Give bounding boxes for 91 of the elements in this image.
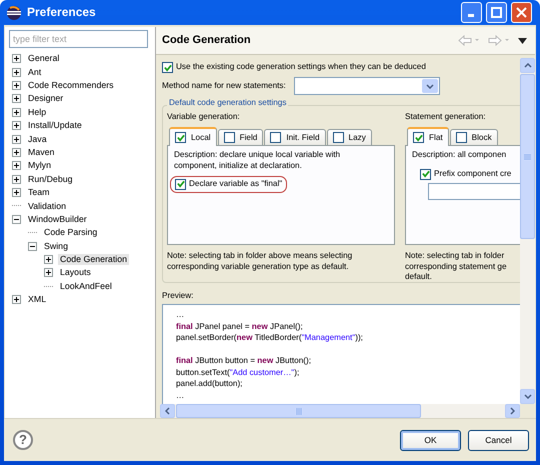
tree-item[interactable]: XML	[26, 294, 48, 306]
expand-icon[interactable]	[12, 188, 21, 198]
tree-item[interactable]: Code Generation	[58, 254, 129, 266]
maximize-button[interactable]	[486, 2, 507, 23]
code-line: panel.setBorder(new TitledBorder("Management"));	[176, 332, 364, 344]
filter-field[interactable]: type filter text	[9, 30, 148, 48]
scroll-down-button[interactable]	[520, 389, 535, 404]
checkbox[interactable]	[456, 132, 467, 144]
close-icon	[516, 7, 527, 18]
tab[interactable]: Flat	[407, 127, 449, 146]
tab[interactable]: Block	[450, 129, 498, 146]
tree-item[interactable]: Ant	[26, 66, 44, 78]
code-line: final JButton button = new JButton();	[176, 355, 312, 367]
group-title: Default code generation settings	[167, 98, 288, 108]
tree-item[interactable]: Code Recommenders	[26, 80, 116, 91]
expand-icon[interactable]	[12, 121, 21, 130]
section-label: Variable generation:	[167, 112, 241, 122]
minimize-button[interactable]	[461, 2, 482, 23]
tree-item[interactable]: General	[26, 53, 62, 64]
menu-icon[interactable]	[518, 38, 527, 44]
checkbox[interactable]	[224, 132, 235, 144]
tree-item[interactable]: Maven	[26, 146, 56, 158]
tree-item[interactable]: WindowBuilder	[26, 214, 89, 225]
window-title: Preferences	[27, 5, 96, 20]
ok-button[interactable]: OK	[400, 430, 461, 450]
checkbox[interactable]	[175, 132, 186, 144]
page-title: Code Generation	[162, 34, 251, 48]
description-text: Description: all componen	[412, 150, 508, 160]
scroll-thumb[interactable]	[520, 74, 535, 239]
tree-item[interactable]: LookAndFeel	[58, 280, 114, 292]
prefix-field[interactable]	[428, 182, 520, 200]
help-button[interactable]: ?	[13, 430, 33, 450]
tab[interactable]: Field	[218, 129, 264, 146]
method-name-dropdown[interactable]	[294, 77, 440, 95]
note-text: Note: selecting tab in folder corresponding statement ge default.	[405, 251, 508, 282]
expand-icon[interactable]	[12, 54, 21, 64]
tree-item[interactable]: Install/Update	[26, 120, 84, 132]
description-text: Description: declare unique local variable with component, initialize at declaration.	[174, 150, 342, 171]
expand-icon[interactable]	[12, 174, 21, 184]
checkbox[interactable]	[175, 178, 186, 190]
field-label: Method name for new statements:	[162, 80, 286, 92]
preview-label: Preview:	[162, 291, 194, 302]
caret-icon	[426, 84, 434, 88]
expand-icon[interactable]	[12, 134, 21, 144]
expand-icon[interactable]	[44, 255, 53, 264]
scroll-right-button[interactable]	[505, 404, 520, 418]
expand-icon[interactable]	[12, 295, 21, 304]
checkbox[interactable]	[270, 132, 282, 144]
checkbox-label: Use the existing code generation settings when they can be deduced	[176, 62, 426, 73]
tree-item[interactable]: Run/Debug	[26, 174, 75, 185]
close-button[interactable]	[511, 2, 532, 23]
tree-item[interactable]: Layouts	[58, 267, 93, 278]
note-text: Note: selecting tab in folder above means selecting corresponding variable generation type as default.	[167, 251, 354, 272]
tree-item[interactable]: Java	[26, 134, 49, 145]
tree-item[interactable]: Designer	[26, 93, 66, 104]
checkbox-label: Declare variable as "final"	[189, 179, 282, 190]
checkbox[interactable]	[332, 132, 344, 144]
collapse-icon[interactable]	[12, 214, 21, 224]
code-line: …	[176, 390, 186, 402]
tab[interactable]: Init. Field	[264, 129, 326, 146]
maximize-icon	[491, 7, 502, 18]
expand-icon[interactable]	[12, 161, 21, 170]
expand-icon[interactable]	[12, 94, 21, 104]
checkbox[interactable]	[413, 132, 424, 144]
tree-item[interactable]: Code Parsing	[42, 227, 100, 238]
tree-item[interactable]: Team	[26, 187, 52, 198]
expand-icon[interactable]	[12, 68, 21, 77]
checkbox[interactable]	[162, 62, 173, 73]
tab[interactable]: Lazy	[326, 129, 372, 146]
checkbox-label: Prefix component cre	[434, 168, 512, 180]
code-line: …	[176, 309, 186, 321]
checkbox[interactable]	[420, 168, 431, 180]
collapse-icon[interactable]	[28, 242, 37, 251]
code-line: button.setText("Add customer…");	[176, 366, 300, 378]
cancel-button[interactable]: Cancel	[468, 430, 529, 450]
app-icon	[6, 4, 22, 20]
tree-item[interactable]: Mylyn	[26, 160, 53, 172]
tab[interactable]: Local	[169, 127, 217, 146]
expand-icon[interactable]	[12, 80, 21, 90]
scroll-up-button[interactable]	[520, 58, 535, 73]
code-line: panel.add(button);	[176, 378, 244, 390]
code-line: final JPanel panel = new JPanel();	[176, 320, 304, 332]
tree-item[interactable]: Help	[26, 106, 48, 118]
expand-icon[interactable]	[44, 268, 53, 278]
scroll-left-button[interactable]	[160, 404, 175, 418]
scroll-thumb[interactable]	[176, 404, 421, 418]
tree-item[interactable]: Validation	[26, 200, 68, 212]
section-label: Statement generation:	[405, 112, 487, 122]
expand-icon[interactable]	[12, 148, 21, 157]
expand-icon[interactable]	[12, 108, 21, 117]
tree-item[interactable]: Swing	[42, 240, 70, 252]
